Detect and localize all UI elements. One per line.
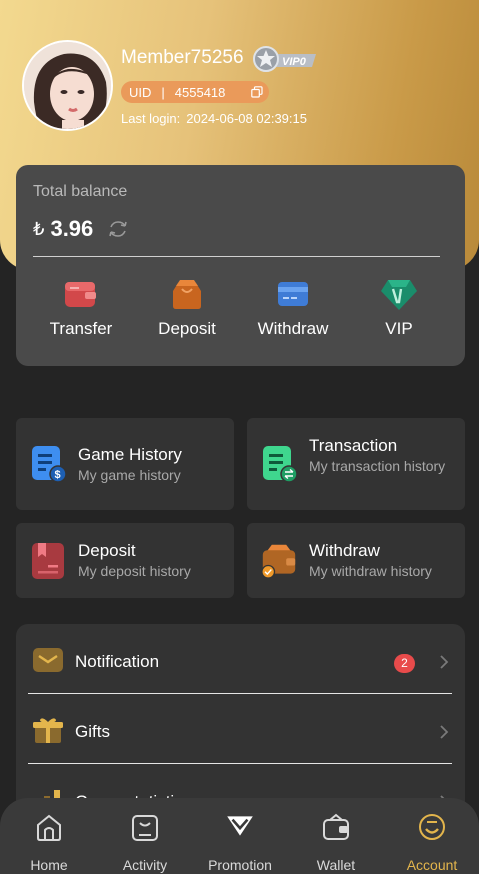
balance-divider: [33, 256, 440, 257]
game-history-icon: $: [32, 446, 66, 483]
chevron-right-icon: [440, 655, 449, 669]
activity-icon: [132, 815, 158, 841]
withdraw-history-title: Withdraw: [309, 541, 380, 560]
transfer-label: Transfer: [49, 319, 113, 338]
account-icon: [419, 814, 445, 840]
transfer-button[interactable]: Transfer: [33, 277, 129, 339]
username: Member75256: [121, 47, 244, 68]
wallet-icon: [65, 282, 96, 307]
gift-icon: [33, 718, 63, 743]
promotion-icon: [227, 816, 253, 836]
transaction-icon: [263, 446, 297, 483]
vip-label: VIP: [385, 319, 413, 338]
tab-activity[interactable]: Activity: [97, 798, 193, 874]
menu-item-gifts[interactable]: Gifts: [16, 698, 465, 758]
menu-item-notification[interactable]: Notification 2: [16, 628, 465, 688]
svg-text:$: $: [55, 469, 61, 481]
withdraw-label: Withdraw: [257, 319, 329, 338]
last-login: Last login: 2024-06-08 02:39:15: [121, 111, 307, 126]
withdraw-history-icon: [261, 544, 296, 579]
chevron-right-icon: [440, 725, 449, 739]
avatar[interactable]: [22, 40, 113, 131]
avatar-image: [24, 42, 111, 129]
withdraw-history-tile[interactable]: Withdraw My withdraw history: [247, 523, 465, 598]
vip-level-badge: VIP0: [253, 46, 316, 72]
tab-promotion[interactable]: Promotion: [192, 798, 288, 874]
tab-account-label: Account: [406, 857, 458, 873]
uid-separator: |: [161, 84, 165, 100]
bag-icon: [173, 280, 201, 309]
tab-promotion-label: Promotion: [208, 857, 272, 873]
tab-wallet[interactable]: Wallet: [288, 798, 384, 874]
svg-text:VIP0: VIP0: [282, 56, 307, 68]
gifts-label: Gifts: [75, 722, 110, 741]
refresh-icon[interactable]: [107, 220, 129, 238]
balance-card: Total balance ₺ 3.96 Transfer Deposit Wi…: [16, 165, 465, 366]
mail-icon: [33, 648, 63, 672]
copy-icon[interactable]: [251, 86, 263, 98]
transaction-title: Transaction: [309, 436, 398, 455]
notification-badge: 2: [394, 654, 415, 673]
account-page: Member75256 VIP0 UID | 4555418 Last logi…: [0, 0, 479, 874]
deposit-history-subtitle: My deposit history: [78, 563, 191, 579]
balance-label: Total balance: [33, 183, 128, 200]
deposit-label: Deposit: [158, 319, 216, 338]
withdraw-history-subtitle: My withdraw history: [309, 563, 432, 579]
currency-symbol: ₺: [33, 218, 45, 239]
bottom-tab-bar: Home Activity Promotion Wallet Account: [0, 798, 479, 874]
balance-row: ₺ 3.96: [33, 216, 129, 242]
menu-divider: [28, 763, 452, 764]
wallet-tab-icon: [323, 813, 349, 840]
deposit-history-title: Deposit: [78, 541, 136, 560]
deposit-history-tile[interactable]: Deposit My deposit history: [16, 523, 234, 598]
withdraw-button[interactable]: Withdraw: [245, 277, 341, 339]
uid-label: UID: [129, 84, 152, 100]
balance-amount: 3.96: [50, 216, 94, 241]
game-history-title: Game History: [78, 445, 182, 464]
deposit-button[interactable]: Deposit: [139, 277, 235, 339]
transaction-subtitle: My transaction history: [309, 458, 446, 474]
tab-account[interactable]: Account: [384, 798, 479, 874]
home-icon: [37, 814, 61, 841]
game-history-subtitle: My game history: [78, 467, 181, 483]
tab-home[interactable]: Home: [1, 798, 97, 874]
tab-activity-label: Activity: [122, 857, 168, 873]
notification-label: Notification: [75, 652, 160, 671]
uid-value: 4555418: [174, 84, 226, 100]
gem-icon: [381, 280, 417, 310]
last-login-time: 2024-06-08 02:39:15: [186, 111, 307, 126]
game-history-tile[interactable]: $ Game History My game history: [16, 418, 234, 510]
tab-home-label: Home: [30, 857, 68, 873]
uid-pill[interactable]: UID | 4555418: [121, 81, 269, 103]
last-login-label: Last login:: [121, 111, 181, 126]
transaction-tile[interactable]: Transaction My transaction history: [247, 418, 465, 510]
card-icon: [278, 282, 308, 306]
menu-divider: [28, 693, 452, 694]
tab-wallet-label: Wallet: [316, 857, 356, 873]
vip-button[interactable]: VIP: [351, 277, 447, 339]
deposit-history-icon: [32, 543, 64, 579]
